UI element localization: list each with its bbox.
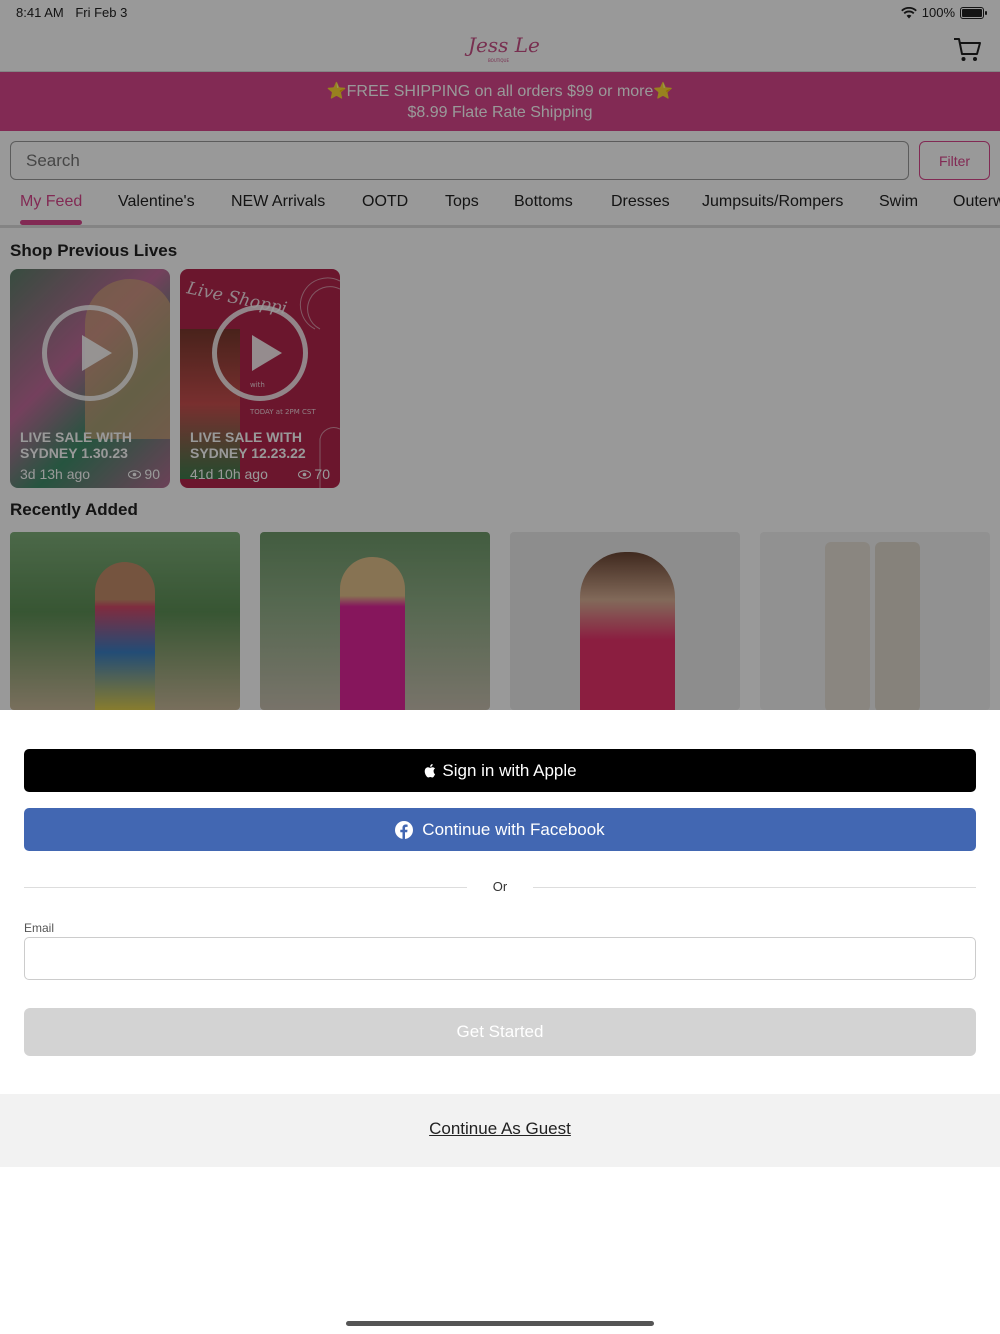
or-divider-label: Or bbox=[492, 879, 508, 894]
continue-facebook-button[interactable]: Continue with Facebook bbox=[24, 808, 976, 851]
email-label: Email bbox=[24, 921, 55, 935]
app-screen: 8:41 AM Fri Feb 3 100% Jess Lea BOUTIQUE… bbox=[0, 0, 1000, 1334]
home-indicator bbox=[346, 1321, 654, 1326]
sign-in-apple-button[interactable]: Sign in with Apple bbox=[24, 749, 976, 792]
sign-in-apple-label: Sign in with Apple bbox=[442, 760, 577, 780]
get-started-button[interactable]: Get Started bbox=[24, 1008, 976, 1056]
divider-right bbox=[533, 887, 976, 888]
email-field[interactable] bbox=[24, 937, 976, 980]
facebook-icon bbox=[395, 820, 414, 839]
guest-section: Continue As Guest bbox=[0, 1094, 1000, 1167]
modal-backdrop[interactable] bbox=[0, 0, 1000, 710]
continue-facebook-label: Continue with Facebook bbox=[422, 819, 605, 839]
divider-left bbox=[24, 887, 467, 888]
continue-as-guest-link[interactable]: Continue As Guest bbox=[0, 1119, 1000, 1139]
apple-icon bbox=[425, 764, 436, 778]
sign-in-sheet: Sign in with Apple Continue with Faceboo… bbox=[0, 710, 1000, 1334]
